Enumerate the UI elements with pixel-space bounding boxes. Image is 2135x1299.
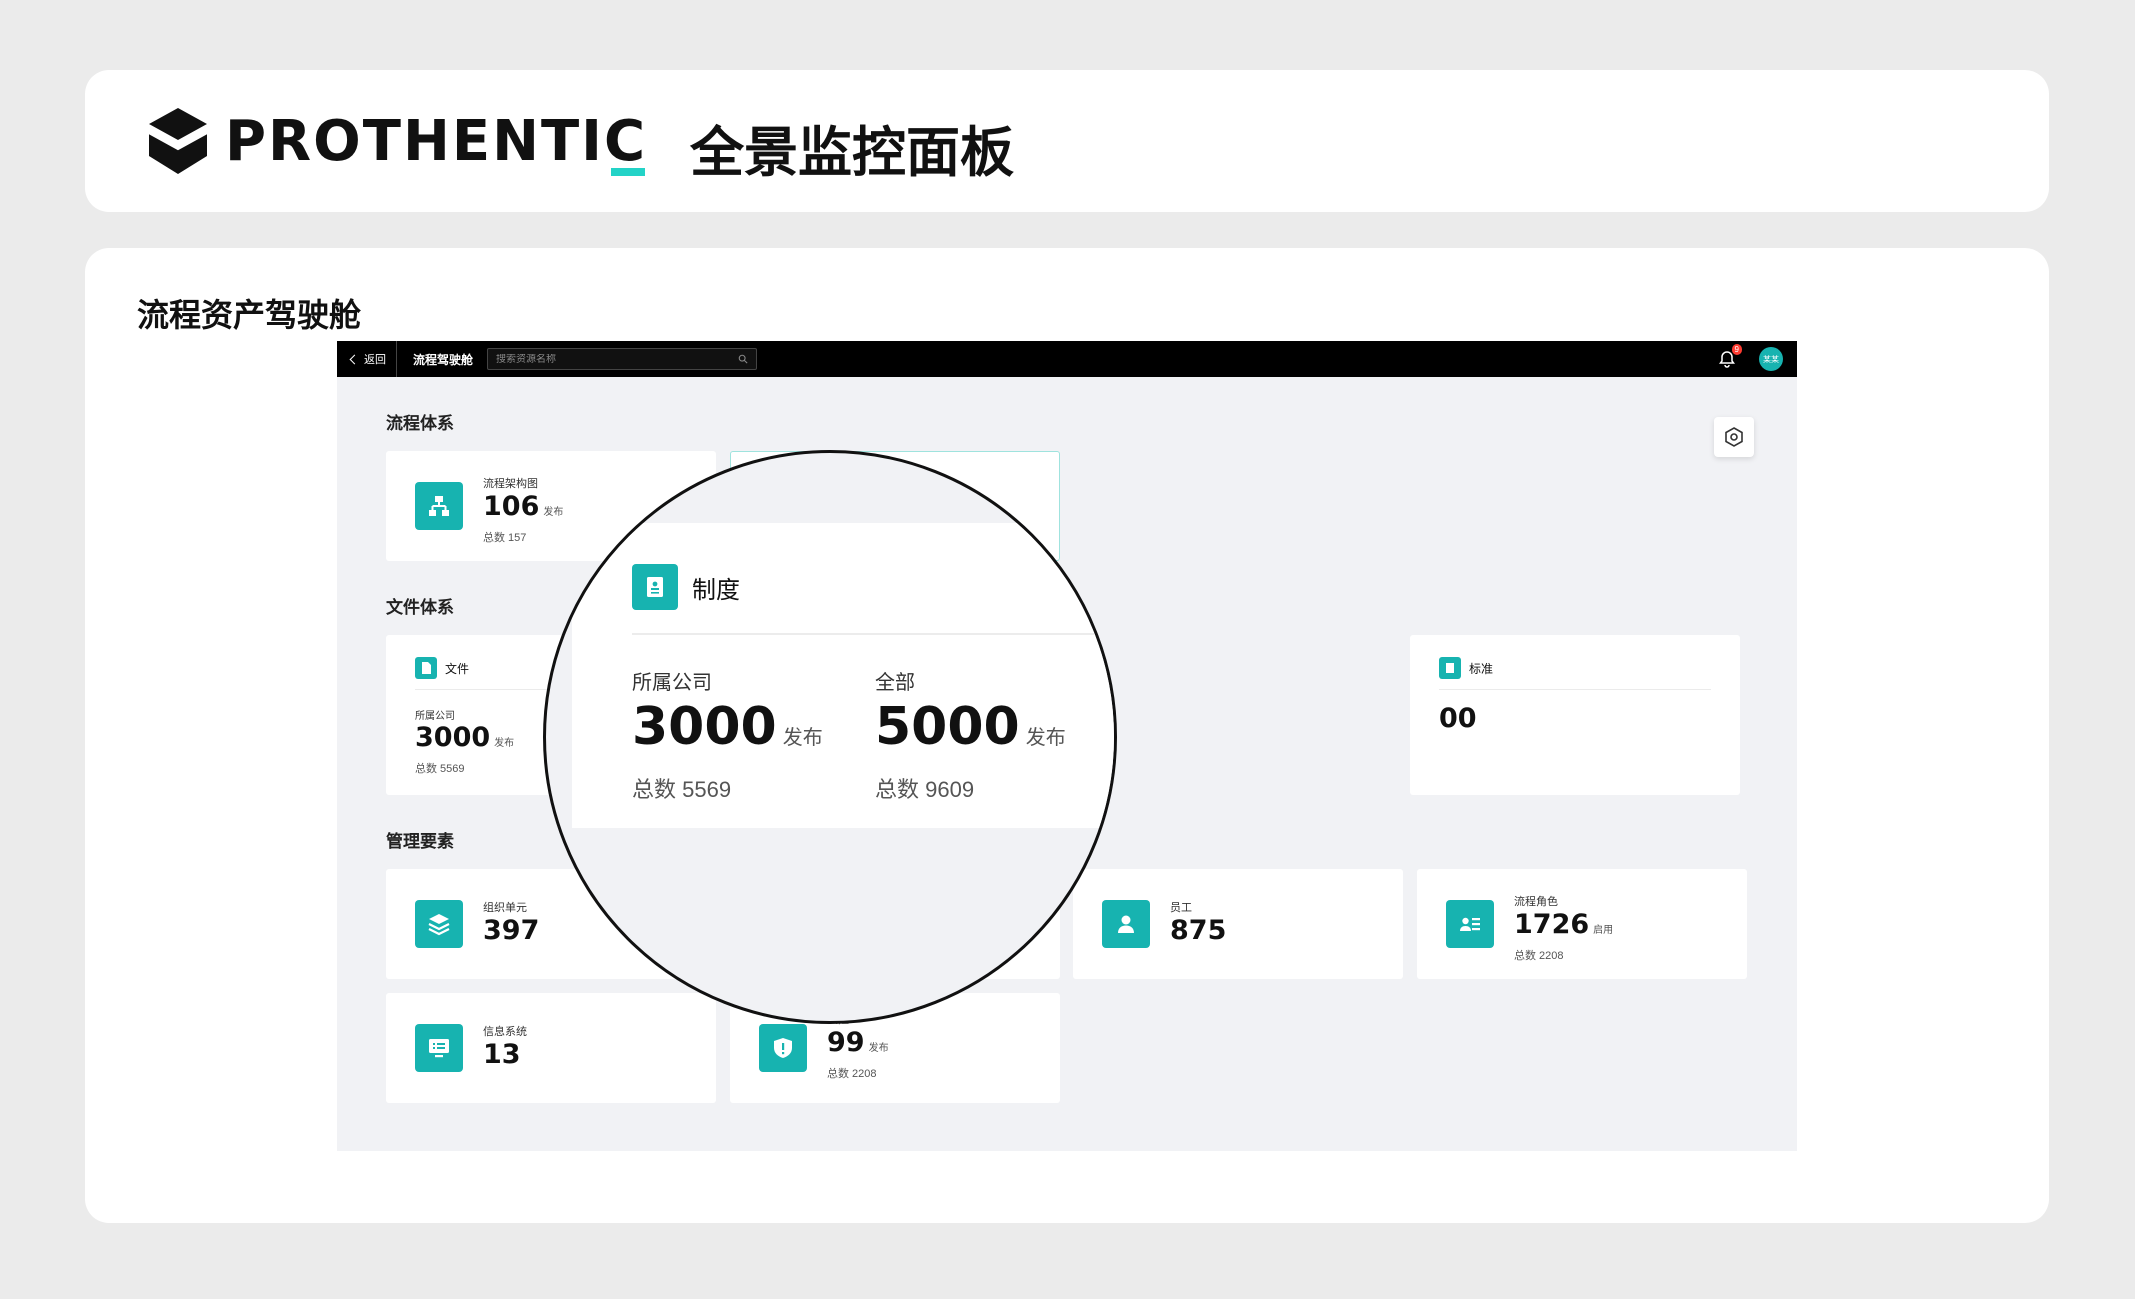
card-value: 875 bbox=[1170, 915, 1227, 946]
stat-unit: 发布 bbox=[782, 727, 823, 749]
group-title-management: 管理要素 bbox=[386, 832, 454, 852]
back-label: 返回 bbox=[364, 354, 386, 366]
divider bbox=[632, 633, 1114, 635]
card-unit: 发布 bbox=[543, 507, 564, 518]
card-text: 组织单元 397 bbox=[483, 899, 539, 947]
magnified-left-stat: 所属公司 3000 发布 总数 5569 bbox=[632, 666, 823, 804]
notification-badge: 9 bbox=[1731, 344, 1742, 355]
card-label: 所属公司 bbox=[415, 711, 455, 722]
magnified-card-title: 制度 bbox=[692, 576, 740, 604]
card-unit: 启用 bbox=[1593, 925, 1614, 936]
stat-label: 所属公司 bbox=[632, 672, 712, 694]
group-title-process: 流程体系 bbox=[386, 414, 454, 434]
card-standard[interactable]: 标准 00 bbox=[1410, 635, 1740, 795]
card-value: 3000 发布 bbox=[415, 722, 515, 753]
policy-document-icon bbox=[632, 564, 678, 610]
card-employee[interactable]: 员工 875 bbox=[1073, 869, 1403, 979]
card-label: 员工 bbox=[1170, 902, 1192, 914]
card-value: 397 bbox=[483, 915, 540, 946]
card-unit: 发布 bbox=[494, 738, 515, 749]
card-total: 总数 5569 bbox=[415, 763, 465, 775]
search-icon[interactable] bbox=[738, 354, 748, 364]
stat-label: 全部 bbox=[875, 672, 915, 694]
user-icon bbox=[1102, 900, 1150, 948]
brand-accent-bar bbox=[611, 167, 646, 176]
card-total: 总数 157 bbox=[483, 532, 527, 544]
search-box bbox=[487, 348, 758, 370]
gear-icon bbox=[1725, 427, 1743, 447]
contact-card-icon bbox=[1446, 900, 1494, 948]
divider bbox=[1439, 689, 1711, 690]
card-text: 流程架构图 106 发布 总数 157 bbox=[483, 475, 563, 545]
stat-total: 总数 5569 bbox=[632, 777, 732, 802]
card-value: 13 bbox=[483, 1039, 521, 1070]
card-label: 流程架构图 bbox=[483, 478, 538, 490]
document-icon bbox=[1439, 657, 1461, 679]
card-title: 标准 bbox=[1469, 661, 1494, 676]
card-value: 106 发布 bbox=[483, 491, 564, 522]
card-header: 标准 bbox=[1439, 657, 1493, 679]
magnifier-lens: 制度 所属公司 3000 发布 总数 5569 全部 5000 发布 总数 9609 bbox=[543, 450, 1117, 1024]
settings-button[interactable] bbox=[1714, 417, 1754, 457]
avatar[interactable]: 某某 bbox=[1759, 347, 1783, 371]
group-title-documents: 文件体系 bbox=[386, 598, 454, 618]
card-text: 信息系统 13 bbox=[483, 1023, 527, 1071]
layers-icon bbox=[415, 900, 463, 948]
stat-total: 总数 9609 bbox=[875, 777, 975, 802]
topbar-title: 流程驾驶舱 bbox=[413, 352, 474, 367]
card-total: 总数 2208 bbox=[827, 1068, 877, 1080]
magnified-right-stat: 全部 5000 发布 总数 9609 bbox=[875, 666, 1066, 804]
card-unit: 发布 bbox=[868, 1043, 889, 1054]
brand-mark-icon bbox=[148, 108, 208, 174]
hierarchy-icon bbox=[415, 482, 463, 530]
card-value: 1726 启用 bbox=[1514, 909, 1614, 940]
top-bar: 返回 流程驾驶舱 9 某某 bbox=[337, 341, 1797, 377]
back-button[interactable]: 返回 bbox=[337, 341, 397, 377]
card-text: 流程角色 1726 启用 总数 2208 bbox=[1514, 893, 1613, 963]
card-title: 文件 bbox=[445, 661, 470, 676]
brand-logo: PROTHENTIC bbox=[147, 106, 647, 176]
card-text: 所属公司 3000 发布 总数 5569 bbox=[415, 707, 514, 776]
brand-name: PROTHENTIC bbox=[225, 108, 648, 176]
card-header: 文件 bbox=[415, 657, 469, 679]
stat-unit: 发布 bbox=[1025, 727, 1066, 749]
chevron-left-icon bbox=[349, 354, 360, 364]
monitor-icon bbox=[415, 1024, 463, 1072]
card-value: 00 bbox=[1439, 703, 1477, 734]
section-heading: 流程资产驾驶舱 bbox=[137, 296, 362, 334]
card-text: 员工 875 bbox=[1170, 899, 1226, 947]
card-label: 组织单元 bbox=[483, 902, 527, 914]
magnified-policy-card[interactable]: 制度 所属公司 3000 发布 总数 5569 全部 5000 发布 总数 9609 bbox=[572, 523, 1114, 828]
card-info-system[interactable]: 信息系统 13 bbox=[386, 993, 716, 1103]
notification-button[interactable]: 9 bbox=[1715, 344, 1742, 371]
card-process-role[interactable]: 流程角色 1726 启用 总数 2208 bbox=[1417, 869, 1747, 979]
topbar-right: 9 某某 bbox=[1715, 344, 1783, 371]
header-card: PROTHENTIC 全景监控面板 bbox=[85, 70, 2049, 212]
stat-value: 5000 发布 bbox=[875, 697, 1066, 757]
card-total: 总数 2208 bbox=[1514, 950, 1564, 962]
shield-icon bbox=[759, 1024, 807, 1072]
magnified-card-header: 制度 bbox=[632, 564, 740, 610]
card-value: 99 发布 bbox=[827, 1027, 889, 1058]
card-label: 流程角色 bbox=[1514, 896, 1558, 908]
document-icon bbox=[415, 657, 437, 679]
search-input[interactable] bbox=[496, 353, 739, 365]
page-title: 全景监控面板 bbox=[690, 121, 1014, 184]
card-label: 信息系统 bbox=[483, 1026, 527, 1038]
stat-value: 3000 发布 bbox=[632, 697, 823, 757]
